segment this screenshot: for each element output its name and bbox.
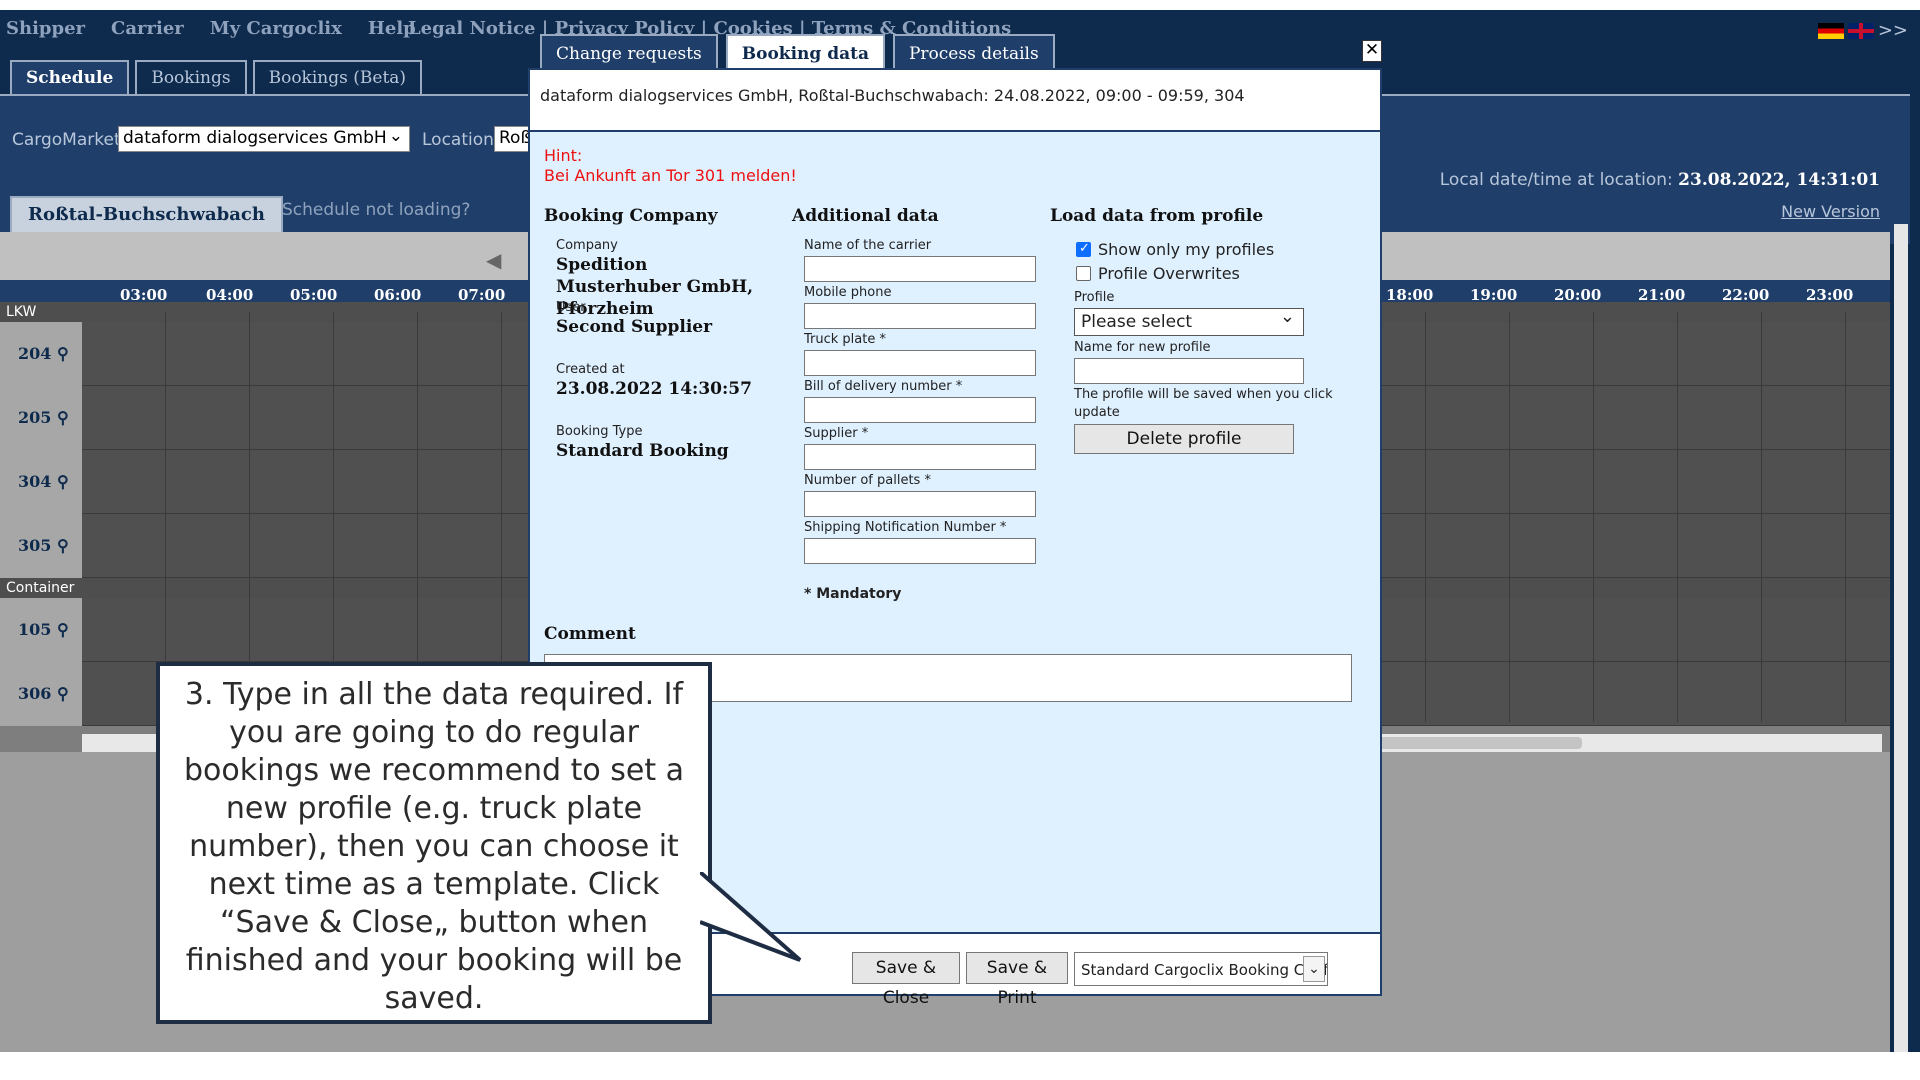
tab-change-requests[interactable]: Change requests [540,34,718,70]
callout-pointer [700,872,802,962]
delete-profile-button[interactable]: Delete profile [1074,424,1294,454]
tab-bookings[interactable]: Bookings [135,60,247,94]
local-time: Local date/time at location: 23.08.2022,… [1440,170,1880,190]
gate-label: 306 ⚲ [0,662,82,726]
more-languages-button[interactable]: >> [1878,20,1908,41]
tab-schedule[interactable]: Schedule [10,60,130,94]
profile-save-note: The profile will be saved when you click… [1074,387,1333,420]
carrier-name-label: Name of the carrier [804,238,932,253]
save-close-button[interactable]: Save & Close [852,952,960,1008]
gate-label: 304 ⚲ [0,450,82,514]
bill-of-delivery-input[interactable] [804,397,1036,423]
gate-number: 304 [18,472,52,491]
new-profile-name-label: Name for new profile [1074,340,1211,355]
booking-type-value: Standard Booking [556,441,729,461]
tab-process-details[interactable]: Process details [892,34,1055,70]
booking-company-heading: Booking Company [544,206,718,226]
local-time-label: Local date/time at location: [1439,170,1673,190]
shipping-notification-input[interactable] [804,538,1036,564]
load-profile-heading: Load data from profile [1050,206,1264,226]
profile-select-value: Please select [1081,312,1193,332]
tab-booking-data[interactable]: Booking data [725,34,885,70]
new-profile-name-input[interactable] [1074,358,1304,384]
shipping-notification-label: Shipping Notification Number * [804,520,1007,535]
gate-label: 204 ⚲ [0,322,82,386]
modal-title: dataform dialogservices GmbH, Roßtal-Buc… [530,70,1380,132]
prev-arrow-icon[interactable]: ◀ [486,248,501,272]
main-tabs: Schedule Bookings Bookings (Beta) [10,60,423,94]
truck-plate-label: Truck plate * [804,332,886,347]
gate-number: 205 [18,408,52,427]
nav-carrier[interactable]: Carrier [111,18,184,44]
gate-label: 305 ⚲ [0,514,82,578]
magnifier-icon[interactable]: ⚲ [57,536,69,555]
comment-heading: Comment [544,624,636,644]
cargomarket-value: dataform dialogservices GmbH [123,128,387,148]
profile-overwrites-label: Profile Overwrites [1098,264,1240,283]
magnifier-icon[interactable]: ⚲ [57,684,69,703]
german-flag-icon[interactable] [1817,22,1844,39]
modal-tabs: Change requests Booking data Process det… [540,34,1055,70]
location-value: Roß [499,128,532,148]
hint-title: Hint: [544,146,583,165]
magnifier-icon[interactable]: ⚲ [57,344,69,363]
top-nav: Shipper Carrier My Cargoclix Help [6,18,416,44]
gate-label: 105 ⚲ [0,598,82,662]
additional-data-heading: Additional data [792,206,939,226]
user-label: User [556,300,586,315]
show-only-my-profiles-label: Show only my profiles [1098,240,1275,259]
confirmation-template-select[interactable]: Standard Cargoclix Booking Conf ⌄ [1074,952,1328,986]
supplier-input[interactable] [804,444,1036,470]
show-only-my-profiles-checkbox[interactable] [1076,241,1091,257]
company-label: Company [556,238,618,253]
gate-number: 204 [18,344,52,363]
gate-label: 205 ⚲ [0,386,82,450]
tab-bookings-beta[interactable]: Bookings (Beta) [252,60,423,94]
created-value: 23.08.2022 14:30:57 [556,379,752,399]
mobile-phone-input[interactable] [804,303,1036,329]
user-value: Second Supplier [556,317,713,337]
save-print-button[interactable]: Save & Print [966,952,1068,1008]
booking-type-label: Booking Type [556,424,643,439]
supplier-label: Supplier * [804,426,869,441]
profile-label: Profile [1074,290,1115,305]
callout-text: 3. Type in all the data required. If you… [183,677,685,1016]
profile-overwrites-checkbox[interactable] [1076,266,1091,281]
truck-plate-input[interactable] [804,350,1036,376]
carrier-name-input[interactable] [804,256,1036,282]
magnifier-icon[interactable]: ⚲ [57,472,69,491]
magnifier-icon[interactable]: ⚲ [57,620,69,639]
location-label: Location: [422,130,500,150]
cargomarket-label: CargoMarket: [12,130,127,150]
tutorial-callout: 3. Type in all the data required. If you… [156,662,712,1024]
gate-number: 306 [18,684,52,703]
hint-text: Bei Ankunft an Tor 301 melden! [544,166,797,185]
gate-number: 305 [18,536,52,555]
uk-flag-icon[interactable] [1847,22,1874,39]
pallets-label: Number of pallets * [804,473,931,488]
pallets-input[interactable] [804,491,1036,517]
close-icon[interactable]: ✕ [1362,40,1382,62]
company-value: Spedition Musterhuber GmbH, Pforzheim [556,255,754,319]
profile-select[interactable]: Please select [1074,306,1304,336]
bill-of-delivery-label: Bill of delivery number * [804,379,963,394]
magnifier-icon[interactable]: ⚲ [57,408,69,427]
nav-my-cargoclix[interactable]: My Cargoclix [210,18,342,44]
chevron-down-icon: ⌄ [388,126,403,146]
schedule-not-loading-link[interactable]: Schedule not loading? [282,200,470,220]
created-label: Created at [556,362,625,377]
confirmation-template-value: Standard Cargoclix Booking Conf [1081,961,1328,979]
chevron-down-icon[interactable]: ⌄ [1303,956,1325,982]
cargomarket-select[interactable]: dataform dialogservices GmbH ⌄ [118,126,410,152]
mobile-phone-label: Mobile phone [804,285,892,300]
local-time-value: 23.08.2022, 14:31:01 [1678,170,1880,190]
gate-number: 105 [18,620,52,639]
location-tab[interactable]: Roßtal-Buchschwabach [10,196,283,232]
nav-shipper[interactable]: Shipper [6,18,85,44]
mandatory-note: * Mandatory [804,586,902,602]
language-switcher: >> [1817,20,1908,41]
vertical-scrollbar[interactable] [1894,224,1908,1052]
new-version-link[interactable]: New Version [1781,202,1880,221]
